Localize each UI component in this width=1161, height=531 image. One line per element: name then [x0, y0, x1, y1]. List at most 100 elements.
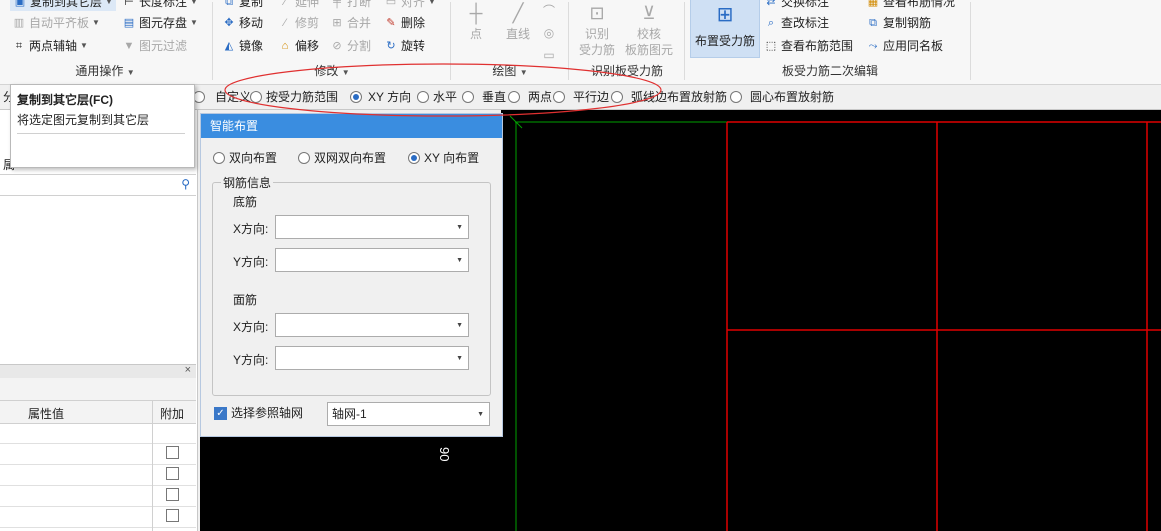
curve-icon[interactable]: ⌒ [540, 0, 558, 22]
radio-by-range[interactable]: 按受力筋范围 [250, 88, 338, 106]
element-filter-button[interactable]: ▼ 图元过滤 [122, 37, 187, 55]
radio-double-net[interactable]: 双网双向布置 [298, 149, 386, 167]
divider [684, 2, 685, 80]
group-label-recognize: 识别板受力筋 [590, 64, 663, 78]
chevron-down-icon: ▼ [341, 68, 350, 77]
bottom-y-select[interactable]: ▼ [275, 248, 469, 272]
check-icon[interactable]: ✓ [214, 406, 227, 420]
checkbox[interactable] [166, 488, 179, 501]
element-save-button[interactable]: ▤ 图元存盘 ▼ [122, 14, 198, 32]
check-mark-button[interactable]: ⌕ 查改标注 [764, 14, 829, 32]
offset-button[interactable]: ⌂ 偏移 [278, 37, 319, 55]
view-status-button[interactable]: ▦ 查看布筋情况 [866, 0, 955, 11]
copy-button[interactable]: ⧉ 复制 [222, 0, 263, 11]
smart-layout-dialog: 智能布置 双向布置 双网双向布置 XY 向布置 钢筋信息 底筋 X方向: ▼ Y… [200, 113, 503, 437]
axis-icon: ⌗ [15, 40, 23, 52]
radio-circle[interactable] [611, 91, 623, 103]
bottom-x-select[interactable]: ▼ [275, 215, 469, 239]
swap-mark-button[interactable]: ⇄ 交换标注 [764, 0, 829, 11]
length-mark-button[interactable]: ⊢ 长度标注 ▼ [122, 0, 198, 11]
swap-icon: ⇄ [766, 0, 776, 8]
group-label-draw[interactable]: 绘图 ▼ [458, 62, 562, 80]
radio-arc-edge[interactable]: 弧线边布置放射筋 [611, 88, 727, 106]
rotate-icon: ↻ [386, 40, 396, 52]
place-bar-button[interactable]: ⊞ 布置受力筋 [690, 0, 760, 58]
drawing-canvas-lower[interactable]: 90 [200, 435, 501, 531]
two-point-axis-button[interactable]: ⌗ 两点辅轴 ▼ [12, 37, 88, 55]
top-x-select[interactable]: ▼ [275, 313, 469, 337]
properties-spacer [0, 378, 196, 400]
table-row [0, 485, 196, 507]
trim-icon: ⁄ [284, 17, 286, 29]
table-row [0, 443, 196, 465]
group-label-modify[interactable]: 修改 ▼ [222, 62, 442, 80]
group-label-general[interactable]: 通用操作 ▼ [10, 62, 200, 80]
radio-circle[interactable] [213, 152, 225, 164]
radio-circle[interactable] [508, 91, 520, 103]
recognize-bar-button[interactable]: ⊡ 识别 受力筋 [576, 0, 618, 58]
checkbox[interactable] [166, 509, 179, 522]
table-row [0, 422, 196, 444]
dialog-title[interactable]: 智能布置 [201, 114, 502, 138]
radio-parallel-edge[interactable]: 平行边 [553, 88, 609, 106]
radio-circle[interactable] [250, 91, 262, 103]
search-icon[interactable]: ⚲ [181, 177, 190, 191]
line-button[interactable]: ╱ 直线 [500, 0, 536, 42]
radio-bidirectional[interactable]: 双向布置 [213, 149, 277, 167]
radio-custom[interactable]: 自定义 [193, 88, 251, 106]
top-bar-label: 面筋 [233, 293, 258, 307]
view-range-button[interactable]: ⬚ 查看布筋范围 [764, 37, 853, 55]
radio-circle[interactable] [553, 91, 565, 103]
radio-circle[interactable] [462, 91, 474, 103]
divider [212, 2, 213, 80]
radio-vertical[interactable]: 垂直 [462, 88, 506, 106]
radio-circle[interactable] [417, 91, 429, 103]
ref-axis-checkbox[interactable]: ✓ 选择参照轴网 [214, 404, 303, 422]
merge-icon: ⊞ [332, 17, 342, 29]
status-icon: ▦ [867, 0, 879, 8]
copy-icon: ⧉ [225, 0, 233, 8]
radio-horizontal[interactable]: 水平 [417, 88, 457, 106]
radio-center-radial[interactable]: 圆心布置放射筋 [730, 88, 834, 106]
point-button[interactable]: ┼ 点 [460, 0, 492, 42]
rebar-info-legend: 钢筋信息 [221, 174, 274, 191]
flush-icon: ▥ [13, 17, 25, 29]
move-icon: ✥ [224, 17, 234, 29]
radio-xy-layout[interactable]: XY 向布置 [408, 149, 479, 167]
close-icon[interactable]: × [185, 364, 191, 376]
recognize-icon: ⊡ [589, 3, 605, 23]
drawing-canvas[interactable] [501, 110, 1161, 531]
radio-circle[interactable] [730, 91, 742, 103]
top-y-select[interactable]: ▼ [275, 346, 469, 370]
radio-circle-selected[interactable] [350, 91, 362, 103]
break-button[interactable]: ╪ 打断 [330, 0, 371, 11]
properties-header: × [0, 364, 196, 379]
auto-flush-button[interactable]: ▥ 自动平齐板 ▼ [12, 14, 100, 32]
apply-same-button[interactable]: ⤳ 应用同名板 [866, 37, 943, 55]
checkbox[interactable] [166, 467, 179, 480]
radio-xy-direction[interactable]: XY 方向 [350, 88, 411, 106]
trim-button[interactable]: ⁄ 修剪 [278, 14, 319, 32]
extend-button[interactable]: ⁄ 延伸 [278, 0, 319, 11]
mirror-button[interactable]: ◭ 镜像 [222, 37, 263, 55]
bottom-bar-label: 底筋 [233, 195, 258, 209]
copy-bar-button[interactable]: ⧉ 复制钢筋 [866, 14, 931, 32]
radio-circle-selected[interactable] [408, 152, 420, 164]
split-button[interactable]: ⊘ 分割 [330, 37, 371, 55]
ruler-icon: ⊢ [124, 0, 134, 8]
axis-select[interactable]: 轴网-1 ▼ [327, 402, 490, 426]
copy-to-layer-button[interactable]: ▣ 复制到其它层 ▼ [10, 0, 116, 11]
merge-button[interactable]: ⊞ 合并 [330, 14, 371, 32]
radio-two-point[interactable]: 两点 [508, 88, 552, 106]
rotate-button[interactable]: ↻ 旋转 [384, 37, 425, 55]
chevron-down-icon: ▼ [190, 18, 198, 27]
search-box[interactable]: ⚲ [0, 174, 196, 196]
checkbox[interactable] [166, 446, 179, 459]
move-button[interactable]: ✥ 移动 [222, 14, 263, 32]
radio-circle[interactable] [298, 152, 310, 164]
check-bar-button[interactable]: ⊻ 校核 板筋图元 [622, 0, 676, 58]
delete-button[interactable]: ✎ 删除 [384, 14, 425, 32]
chevron-down-icon: ▼ [105, 0, 113, 6]
circle-icon[interactable]: ◎ [540, 22, 558, 44]
align-button[interactable]: ▭ 对齐 ▼ [384, 0, 436, 11]
